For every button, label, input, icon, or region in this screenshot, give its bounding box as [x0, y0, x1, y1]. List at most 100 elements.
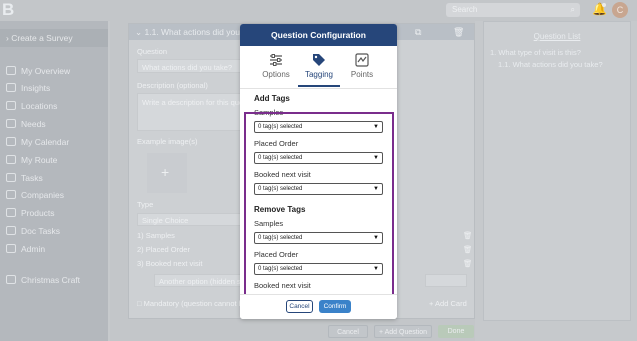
done-label: Done: [447, 328, 465, 335]
copy-icon[interactable]: ⧉: [415, 27, 421, 38]
done-button[interactable]: Done: [438, 325, 474, 338]
question-configuration-modal: Question Configuration Options Tagging P…: [240, 24, 397, 319]
sidebar-item-label: Needs: [21, 119, 46, 129]
avatar[interactable]: C: [612, 2, 628, 18]
search-icon: ⌕: [570, 5, 575, 14]
create-survey-button[interactable]: › Create a Survey: [0, 29, 108, 47]
image-upload[interactable]: +: [147, 153, 187, 193]
remove-tag-select-placed-order[interactable]: 0 tag(s) selected ▼: [254, 263, 383, 275]
search-placeholder: Search: [452, 5, 478, 14]
gear-icon: [6, 244, 16, 253]
box-icon: [6, 208, 16, 217]
sidebar-item-tasks[interactable]: Tasks: [0, 170, 108, 186]
sidebar-item-label: Admin: [21, 244, 46, 254]
description-placeholder: Write a description for this que: [142, 98, 244, 107]
tag-icon: [313, 54, 325, 66]
question-input[interactable]: What actions did you take?: [137, 59, 247, 73]
cancel-survey-label: Cancel: [337, 329, 359, 336]
sidebar-item-needs[interactable]: Needs: [0, 116, 108, 132]
sidebar-item-admin[interactable]: Admin: [0, 241, 108, 257]
chevron-down-icon: ⌄: [135, 27, 143, 37]
question-label: Question: [137, 47, 168, 56]
search-input[interactable]: Search ⌕: [446, 3, 580, 17]
modal-footer: Cancel Confirm: [240, 294, 397, 319]
question-value: What actions did you take?: [142, 63, 233, 72]
sidebar-item-label: My Route: [21, 155, 58, 165]
description-label: Description (optional): [137, 81, 208, 90]
question-list-item[interactable]: 1.1. What actions did you take?: [498, 60, 603, 69]
sidebar-item-christmas-craft[interactable]: Christmas Craft: [0, 272, 108, 288]
sidebar-item-label: Locations: [21, 101, 58, 111]
add-tag-select-booked-next-visit[interactable]: 0 tag(s) selected ▼: [254, 183, 383, 195]
top-bar: B Search ⌕ 🔔 C: [0, 0, 637, 21]
app-logo[interactable]: B: [2, 1, 18, 19]
confirm-button[interactable]: Confirm: [319, 300, 351, 313]
route-icon: [6, 155, 16, 164]
remove-tag-label-placed-order: Placed Order: [254, 250, 299, 259]
add-tag-label-samples: Samples: [254, 108, 284, 117]
type-value: Single Choice: [142, 216, 189, 225]
add-tag-label-booked-next-visit: Booked next visit: [254, 170, 311, 179]
add-tag-select-samples[interactable]: 0 tag(s) selected ▼: [254, 121, 383, 133]
globe-icon: [6, 101, 16, 110]
calendar-icon: [6, 137, 16, 146]
sidebar: › Create a Survey My Overview Insights L…: [0, 21, 108, 341]
trash-icon[interactable]: 🗑: [463, 259, 473, 268]
sidebar-item-my-overview[interactable]: My Overview: [0, 63, 108, 79]
swap-icon: [6, 275, 16, 284]
sidebar-item-companies[interactable]: Companies: [0, 187, 108, 203]
building-icon: [6, 190, 16, 199]
tab-points-label: Points: [350, 70, 374, 79]
sidebar-item-my-route[interactable]: My Route: [0, 152, 108, 168]
type-select[interactable]: Single Choice: [137, 213, 247, 226]
add-tag-select-placed-order[interactable]: 0 tag(s) selected ▼: [254, 152, 383, 164]
needs-icon: [6, 119, 16, 128]
add-option-button[interactable]: [425, 274, 467, 287]
tab-options-label: Options: [262, 70, 290, 79]
sidebar-item-label: My Overview: [21, 66, 71, 76]
remove-tags-heading: Remove Tags: [254, 205, 306, 214]
tab-options[interactable]: Options: [254, 52, 298, 79]
sidebar-item-label: Insights: [21, 83, 51, 93]
sidebar-item-locations[interactable]: Locations: [0, 98, 108, 114]
sidebar-item-products[interactable]: Products: [0, 205, 108, 221]
create-survey-label: Create a Survey: [11, 33, 73, 43]
add-tags-heading: Add Tags: [254, 94, 290, 103]
another-option-input[interactable]: Another option (hidden start): [154, 274, 254, 287]
question-list-item[interactable]: 1. What type of visit is this?: [490, 48, 581, 57]
doc-icon: [6, 226, 16, 235]
sidebar-item-my-calendar[interactable]: My Calendar: [0, 134, 108, 150]
cancel-button[interactable]: Cancel: [286, 300, 313, 313]
sliders-icon: [270, 54, 282, 66]
sidebar-item-label: Products: [21, 208, 55, 218]
remove-tag-select-samples[interactable]: 0 tag(s) selected ▼: [254, 232, 383, 244]
tagging-scroll-area[interactable]: Add Tags Samples 0 tag(s) selected ▼ Pla…: [240, 89, 397, 289]
add-card-button[interactable]: + Add Card: [429, 299, 467, 308]
sidebar-item-label: Tasks: [21, 173, 43, 183]
option-3[interactable]: 3) Booked next visit: [137, 259, 202, 268]
cancel-survey-button[interactable]: Cancel: [328, 325, 368, 338]
option-1[interactable]: 1) Samples: [137, 231, 175, 240]
type-label: Type: [137, 200, 154, 209]
question-list-panel: Question List 1. What type of visit is t…: [483, 21, 631, 321]
tab-tagging[interactable]: Tagging: [297, 52, 341, 79]
select-value: 0 tag(s) selected: [258, 155, 303, 161]
caret-down-icon: ▼: [373, 235, 379, 241]
remove-tag-label-booked-next-visit: Booked next visit: [254, 281, 311, 289]
sidebar-item-insights[interactable]: Insights: [0, 80, 108, 96]
caret-down-icon: ▼: [373, 124, 379, 130]
tab-points[interactable]: Points: [340, 52, 384, 79]
plus-icon: +: [161, 164, 170, 180]
add-question-button[interactable]: + Add Question: [374, 325, 432, 338]
sidebar-item-doc-tasks[interactable]: Doc Tasks: [0, 223, 108, 239]
trash-icon[interactable]: 🗑: [463, 245, 473, 254]
trash-icon[interactable]: 🗑: [463, 231, 473, 240]
sidebar-item-label: Companies: [21, 190, 64, 200]
trash-icon[interactable]: 🗑: [453, 27, 464, 38]
option-2[interactable]: 2) Placed Order: [137, 245, 190, 254]
select-value: 0 tag(s) selected: [258, 235, 303, 241]
chart-icon: [6, 83, 16, 92]
sidebar-item-label: My Calendar: [21, 137, 70, 147]
sidebar-item-label: Doc Tasks: [21, 226, 61, 236]
description-input[interactable]: Write a description for this que: [137, 93, 247, 131]
